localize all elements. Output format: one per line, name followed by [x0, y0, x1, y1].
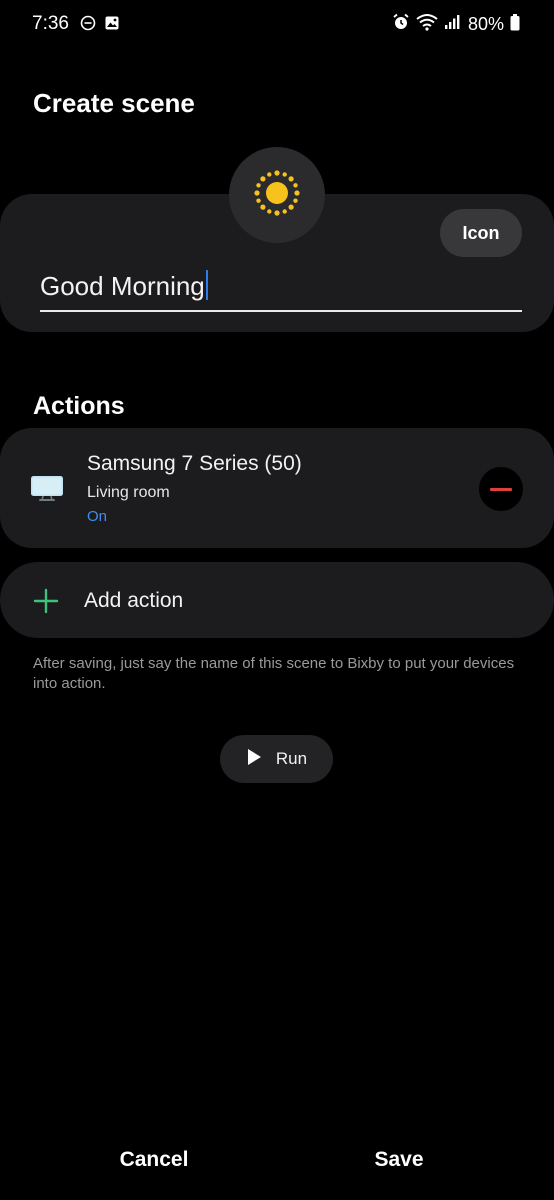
status-time: 7:36 [32, 13, 69, 34]
scene-name-field[interactable]: Good Morning [40, 264, 522, 312]
create-scene-screen: 7:36 80% Create scene Icon Good Morning … [0, 0, 554, 1200]
do-not-disturb-icon [80, 15, 96, 36]
save-button[interactable]: Save [340, 1148, 458, 1172]
minus-icon [490, 487, 512, 491]
scene-icon-picker[interactable] [229, 147, 325, 243]
alarm-icon [392, 13, 410, 36]
action-item[interactable] [0, 428, 554, 548]
actions-heading: Actions [33, 392, 125, 420]
status-right-icons: 80% [392, 13, 520, 36]
device-room: Living room [87, 484, 170, 501]
device-status: On [87, 508, 108, 525]
run-button[interactable]: Run [220, 735, 333, 783]
plus-icon [33, 588, 59, 614]
helper-text: After saving, just say the name of this … [33, 655, 515, 692]
status-left-icons [80, 15, 120, 36]
gallery-icon [104, 15, 120, 36]
add-action-label: Add action [84, 589, 184, 612]
cancel-button[interactable]: Cancel [94, 1148, 214, 1172]
page-title: Create scene [33, 88, 195, 118]
icon-button[interactable]: Icon [440, 209, 522, 257]
status-bar: 7:36 80% [0, 0, 554, 50]
sun-icon [252, 168, 302, 223]
battery-percent: 80% [467, 14, 504, 34]
wifi-icon [416, 13, 438, 36]
scene-name-value: Good Morning [40, 271, 205, 301]
text-cursor [205, 270, 208, 300]
signal-icon [444, 14, 460, 35]
tv-icon [30, 474, 64, 504]
device-name: Samsung 7 Series (50) [87, 452, 302, 475]
run-label: Run [275, 749, 308, 768]
battery-icon [510, 13, 520, 36]
remove-action-button[interactable] [479, 467, 523, 511]
play-icon [246, 748, 262, 771]
